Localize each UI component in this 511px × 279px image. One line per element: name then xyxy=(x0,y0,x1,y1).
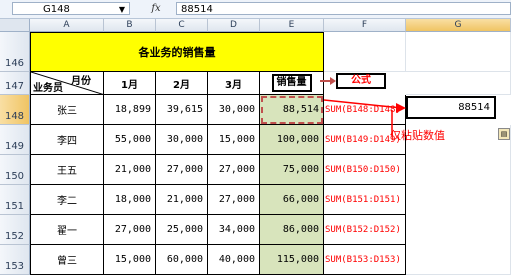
month-label: 月份 xyxy=(71,76,91,87)
row-2-total[interactable]: 100,000 xyxy=(260,125,324,155)
cell-g147[interactable] xyxy=(406,72,511,95)
row-header-146[interactable]: 146 xyxy=(0,32,30,72)
row-2-name[interactable]: 李四 xyxy=(30,125,104,155)
column-header-g[interactable]: G xyxy=(406,19,511,32)
row-2-mar[interactable]: 15,000 xyxy=(208,125,260,155)
row-4-total[interactable]: 66,000 xyxy=(260,185,324,215)
column-header-b[interactable]: B xyxy=(104,19,156,32)
row-4-formula[interactable]: SUM(B151:D151) xyxy=(324,185,406,215)
name-box-value: G148 xyxy=(43,4,70,15)
paste-values-note: 仅粘贴数值 xyxy=(390,129,445,142)
row-3-jan[interactable]: 21,000 xyxy=(104,155,156,185)
header-feb: 2月 xyxy=(156,72,208,95)
row-6-total[interactable]: 115,000 xyxy=(260,245,324,275)
row-1-mar[interactable]: 30,000 xyxy=(208,95,260,125)
column-header-c[interactable]: C xyxy=(156,19,208,32)
row-1-name[interactable]: 张三 xyxy=(30,95,104,125)
row-header-152[interactable]: 152 xyxy=(0,215,30,245)
row-1-feb[interactable]: 39,615 xyxy=(156,95,208,125)
row-header-147[interactable]: 147 xyxy=(0,72,30,95)
row-3-mar[interactable]: 27,000 xyxy=(208,155,260,185)
name-box[interactable]: G148 ▼ xyxy=(12,2,130,15)
row-3-total[interactable]: 75,000 xyxy=(260,155,324,185)
salesperson-label: 业务员 xyxy=(33,83,63,94)
row-5-feb[interactable]: 25,000 xyxy=(156,215,208,245)
corner-header-cell: 月份 业务员 xyxy=(30,72,105,95)
header-mar: 3月 xyxy=(208,72,260,95)
header-total-cell: 销售量 xyxy=(260,72,324,95)
header-jan: 1月 xyxy=(104,72,156,95)
row-6-name[interactable]: 曾三 xyxy=(30,245,104,275)
chevron-down-icon[interactable]: ▼ xyxy=(119,3,125,16)
formula-bar: G148 ▼ fx 88514 xyxy=(0,0,511,19)
column-header-a[interactable]: A xyxy=(30,19,104,32)
table-title: 各业务的销售量 xyxy=(30,32,324,72)
column-header-f[interactable]: F xyxy=(324,19,406,32)
row-6-jan[interactable]: 15,000 xyxy=(104,245,156,275)
row-3-name[interactable]: 王五 xyxy=(30,155,104,185)
cells-g149-g153[interactable] xyxy=(406,125,511,275)
row-1-jan[interactable]: 18,899 xyxy=(104,95,156,125)
row-5-jan[interactable]: 27,000 xyxy=(104,215,156,245)
row-5-mar[interactable]: 34,000 xyxy=(208,215,260,245)
row-4-name[interactable]: 李二 xyxy=(30,185,104,215)
cell-f146[interactable] xyxy=(324,32,406,72)
header-total: 销售量 xyxy=(271,74,312,92)
row-header-151[interactable]: 151 xyxy=(0,185,30,215)
row-1-total[interactable]: 88,514 xyxy=(260,95,324,125)
row-5-formula[interactable]: SUM(B152:D152) xyxy=(324,215,406,245)
row-4-jan[interactable]: 18,000 xyxy=(104,185,156,215)
row-6-feb[interactable]: 60,000 xyxy=(156,245,208,275)
row-5-name[interactable]: 翟一 xyxy=(30,215,104,245)
arrow-right-icon xyxy=(320,77,336,85)
row-header-149[interactable]: 149 xyxy=(0,125,30,155)
row-2-jan[interactable]: 55,000 xyxy=(104,125,156,155)
cell-g146[interactable] xyxy=(406,32,511,72)
column-header-e[interactable]: E xyxy=(260,19,324,32)
row-4-feb[interactable]: 21,000 xyxy=(156,185,208,215)
row-header-148[interactable]: 148 xyxy=(0,95,30,125)
formula-input[interactable]: 88514 xyxy=(176,2,511,15)
row-6-formula[interactable]: SUM(B153:D153) xyxy=(324,245,406,275)
row-header-150[interactable]: 150 xyxy=(0,155,30,185)
pasted-value-cell[interactable]: 88514 xyxy=(406,96,496,119)
select-all-corner[interactable] xyxy=(0,19,30,32)
row-2-feb[interactable]: 30,000 xyxy=(156,125,208,155)
row-5-total[interactable]: 86,000 xyxy=(260,215,324,245)
row-6-mar[interactable]: 40,000 xyxy=(208,245,260,275)
row-3-formula[interactable]: SUM(B150:D150) xyxy=(324,155,406,185)
column-header-d[interactable]: D xyxy=(208,19,260,32)
row-3-feb[interactable]: 27,000 xyxy=(156,155,208,185)
function-icon[interactable]: fx xyxy=(145,2,167,15)
formula-tag: 公式 xyxy=(336,73,386,89)
row-header-153[interactable]: 153 xyxy=(0,245,30,275)
paste-options-icon[interactable]: ▤ xyxy=(498,128,510,140)
row-4-mar[interactable]: 27,000 xyxy=(208,185,260,215)
